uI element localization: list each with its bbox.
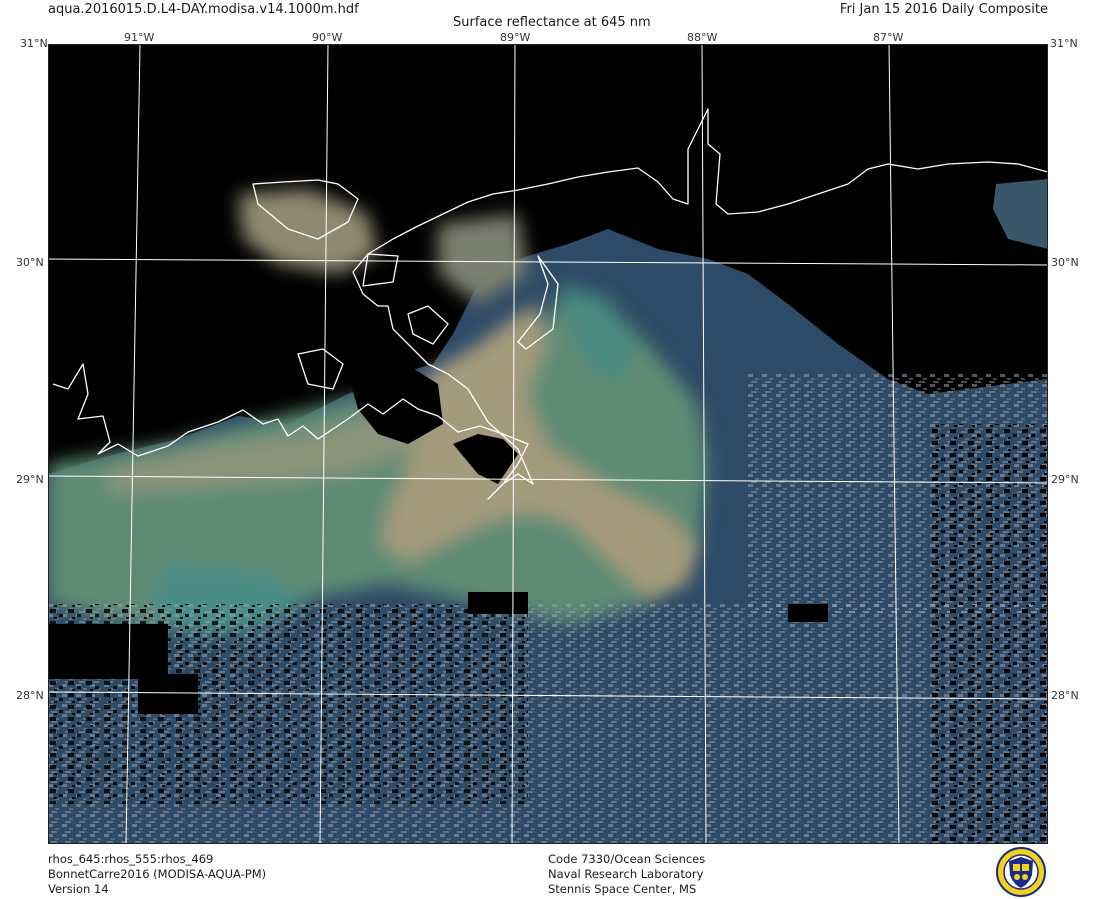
org-code: Code 7330/Ocean Sciences <box>548 852 706 866</box>
lat-label-29n-right: 29°N <box>1051 473 1079 486</box>
file-name: aqua.2016015.D.L4-DAY.modisa.v14.1000m.h… <box>48 2 359 17</box>
footer-center: Code 7330/Ocean Sciences Naval Research … <box>548 852 705 897</box>
lon-label-87w: 87°W <box>873 31 904 44</box>
lat-label-29n-left: 29°N <box>16 473 44 486</box>
lon-label-90w: 90°W <box>312 31 343 44</box>
org-location: Stennis Space Center, MS <box>548 882 697 896</box>
lat-label-28n-left: 28°N <box>16 689 44 702</box>
image-title: Surface reflectance at 645 nm <box>453 15 651 30</box>
satellite-reflectance-map <box>48 44 1048 844</box>
data-gap-texture-east <box>928 424 1048 844</box>
footer-left: rhos_645:rhos_555:rhos_469 BonnetCarre20… <box>48 852 266 897</box>
lon-label-88w: 88°W <box>687 31 718 44</box>
band-combination: rhos_645:rhos_555:rhos_469 <box>48 852 214 866</box>
lat-label-28n-right: 28°N <box>1051 689 1079 702</box>
nrl-seal-logo <box>996 847 1046 897</box>
corner-lat-top-left: 31°N <box>20 37 48 50</box>
lon-label-91w: 91°W <box>124 31 155 44</box>
lat-label-30n-right: 30°N <box>1051 256 1079 269</box>
version-label: Version 14 <box>48 882 109 896</box>
lat-label-30n-left: 30°N <box>16 256 44 269</box>
dataset-name: BonnetCarre2016 (MODISA-AQUA-PM) <box>48 867 267 881</box>
lon-label-89w: 89°W <box>500 31 531 44</box>
corner-lat-top-right: 31°N <box>1050 37 1078 50</box>
composite-date: Fri Jan 15 2016 Daily Composite <box>839 2 1048 17</box>
org-name: Naval Research Laboratory <box>548 867 704 881</box>
